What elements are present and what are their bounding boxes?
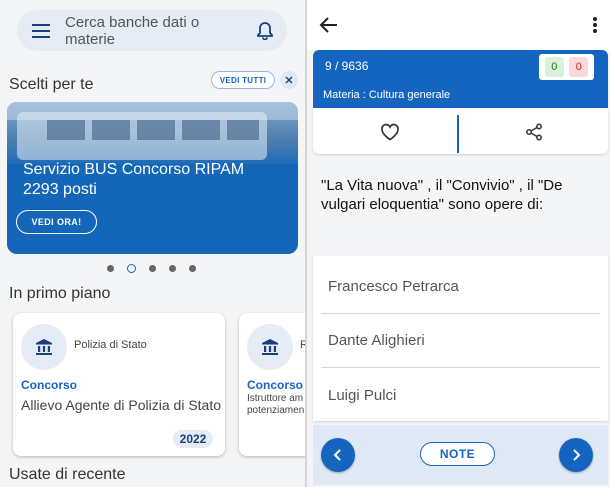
question-header: 9 / 9636 Materia : Cultura generale 0 0	[313, 50, 608, 108]
carousel-dots	[107, 264, 196, 273]
section-title-recenti: Usate di recente	[9, 466, 126, 483]
vedi-ora-button[interactable]: VEDI ORA!	[16, 210, 97, 234]
actions-separator	[457, 115, 459, 153]
top-bar	[307, 0, 610, 50]
answers-list: Francesco Petrarca Dante Alighieri Luigi…	[313, 256, 608, 421]
carousel-dot-active[interactable]	[127, 264, 136, 273]
carousel-dot[interactable]	[189, 265, 196, 272]
menu-icon[interactable]	[17, 10, 65, 51]
answer-option[interactable]: Francesco Petrarca	[321, 260, 600, 314]
search-bar[interactable]: Cerca banche dati o materie	[17, 10, 287, 51]
card-title: Allievo Agente di Polizia di Stato	[21, 397, 222, 413]
note-button[interactable]: NOTE	[420, 442, 495, 466]
carousel-dot[interactable]	[149, 265, 156, 272]
concorso-card[interactable]: Polizia di Stato Concorso Allievo Agente…	[13, 313, 225, 456]
card-kind: Concorso	[21, 378, 78, 392]
year-badge: 2022	[173, 430, 213, 448]
quiz-pane: 9 / 9636 Materia : Cultura generale 0 0 …	[307, 0, 610, 487]
chevron-right-icon	[573, 449, 581, 461]
card-kind: Concorso	[247, 378, 304, 392]
card-title: Istruttore am potenziamen	[247, 393, 305, 416]
wrong-count: 0	[569, 57, 589, 77]
correct-count: 0	[544, 57, 564, 77]
bus-photo	[7, 102, 298, 164]
share-icon[interactable]	[525, 123, 543, 146]
answer-option[interactable]: Luigi Pulci	[321, 368, 600, 422]
score-box: 0 0	[539, 54, 594, 80]
heart-icon[interactable]	[380, 123, 400, 146]
question-counter: 9 / 9636	[325, 59, 369, 73]
bank-icon	[247, 324, 293, 370]
question-subject: Materia : Cultura generale	[323, 89, 451, 101]
question-text: "La Vita nuova" , il "Convivio" , il "De…	[321, 177, 563, 213]
close-icon[interactable]	[280, 71, 298, 89]
home-pane: Cerca banche dati o materie Scelti per t…	[0, 0, 305, 487]
section-title-primo-piano: In primo piano	[9, 285, 111, 302]
card-org: Polizia di Stato	[74, 339, 147, 351]
answer-option[interactable]: Dante Alighieri	[321, 314, 600, 368]
back-arrow-icon[interactable]	[317, 13, 341, 37]
vedi-tutti-button[interactable]: VEDI TUTTI	[211, 71, 275, 89]
bank-icon	[21, 324, 67, 370]
banner-text: Servizio BUS Concorso RIPAM 2293 posti	[23, 161, 245, 198]
bell-icon[interactable]	[243, 10, 287, 51]
concorso-card[interactable]: R Concorso Istruttore am potenziamen	[239, 313, 305, 456]
screen: Cerca banche dati o materie Scelti per t…	[0, 0, 610, 487]
more-options-icon[interactable]	[592, 15, 598, 35]
question-actions	[313, 108, 608, 154]
section-title-scelti: Scelti per te	[9, 76, 94, 93]
carousel-dot[interactable]	[169, 265, 176, 272]
search-input[interactable]: Cerca banche dati o materie	[65, 14, 243, 48]
previous-button[interactable]	[321, 438, 355, 472]
bottom-bar: NOTE	[313, 425, 608, 485]
chevron-left-icon	[333, 449, 341, 461]
next-button[interactable]	[559, 438, 593, 472]
carousel-dot[interactable]	[107, 265, 114, 272]
